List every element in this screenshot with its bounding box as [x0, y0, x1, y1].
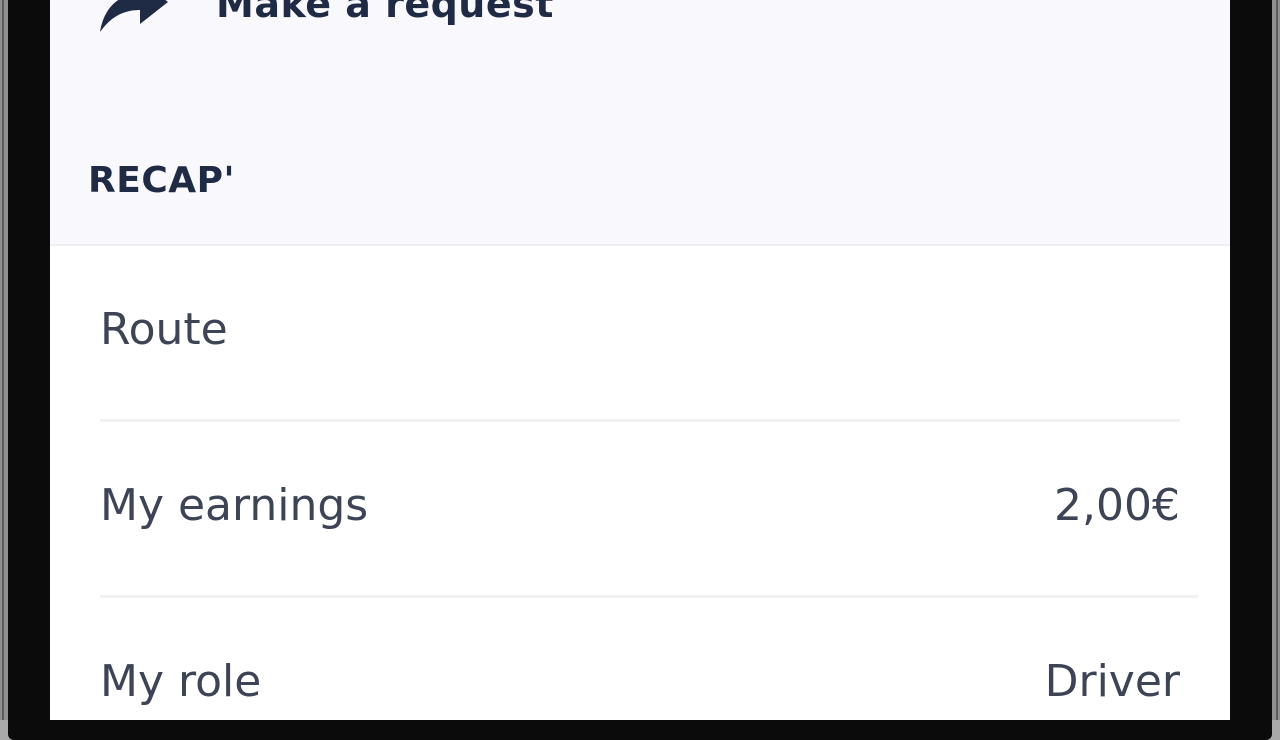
share-forward-icon	[100, 0, 168, 32]
recap-section-title: RECAP'	[88, 160, 235, 201]
recap-row-role[interactable]: My role Driver	[50, 598, 1230, 720]
request-panel: Make a request RECAP'	[50, 0, 1230, 246]
device-edge-left	[2, 0, 4, 720]
app-screen: Make a request RECAP' Route My earnings …	[50, 0, 1230, 720]
earnings-value: 2,00€	[1054, 480, 1180, 531]
device-frame: Make a request RECAP' Route My earnings …	[0, 0, 1280, 740]
recap-row-earnings[interactable]: My earnings 2,00€	[50, 422, 1230, 598]
earnings-label: My earnings	[100, 480, 369, 531]
recap-list: Route My earnings 2,00€ My role Driver	[50, 246, 1230, 720]
make-request-label: Make a request	[216, 0, 554, 26]
make-request-button[interactable]: Make a request	[96, 0, 554, 34]
device-edge-right	[1276, 0, 1278, 720]
recap-row-route[interactable]: Route	[50, 246, 1230, 422]
role-label: My role	[100, 656, 262, 707]
route-label: Route	[100, 304, 228, 355]
role-value: Driver	[1044, 656, 1180, 707]
